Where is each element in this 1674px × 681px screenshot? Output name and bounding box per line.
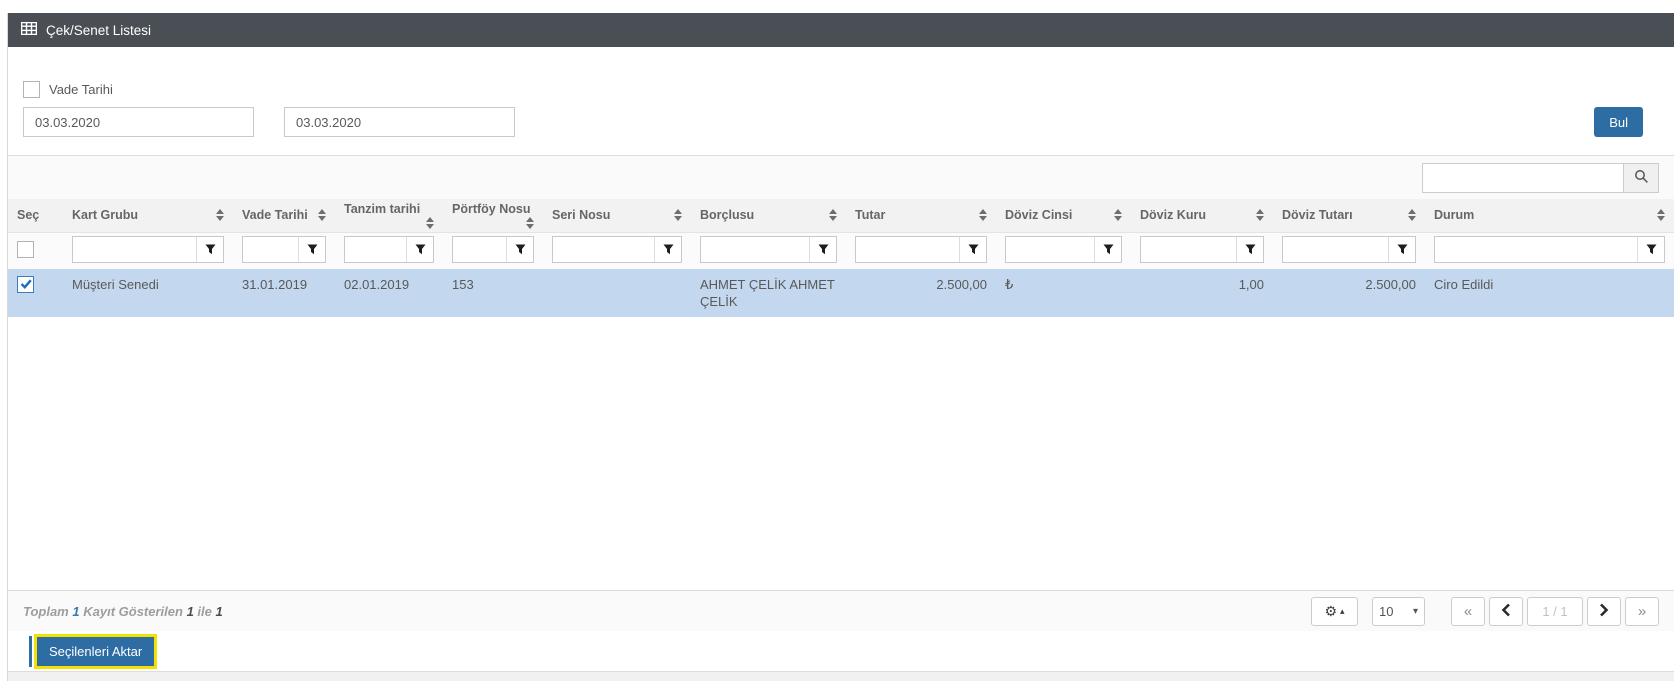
previous-page-button[interactable] bbox=[1489, 596, 1523, 626]
cell-kart-grubu: Müşteri Senedi bbox=[63, 268, 233, 317]
filter-input-seri-nosu[interactable] bbox=[553, 236, 654, 262]
funnel-icon-button[interactable] bbox=[196, 236, 223, 262]
column-header-kart-grubu[interactable]: Kart Grubu bbox=[63, 199, 233, 233]
page-title: Çek/Senet Listesi bbox=[46, 22, 152, 38]
caret-up-icon: ▴ bbox=[1340, 605, 1345, 616]
column-header-durum[interactable]: Durum bbox=[1425, 199, 1674, 233]
grid-settings-button[interactable]: ⚙ ▴ bbox=[1311, 596, 1358, 626]
date-from-input[interactable] bbox=[23, 107, 254, 137]
cell-portfoy-nosu: 153 bbox=[443, 268, 543, 317]
cell-tanzim-tarihi: 02.01.2019 bbox=[335, 268, 443, 317]
table-empty-area bbox=[8, 316, 1674, 590]
sort-icon bbox=[1402, 209, 1416, 222]
chevron-down-icon: ▾ bbox=[1412, 605, 1418, 617]
filter-input-borclusu[interactable] bbox=[701, 236, 809, 262]
filter-input-doviz-kuru[interactable] bbox=[1141, 236, 1236, 262]
filter-input-doviz-cinsi[interactable] bbox=[1006, 236, 1094, 262]
table-header-row: Seç Kart Grubu Vade Tarihi Tanzim tarihi… bbox=[8, 199, 1674, 233]
sort-icon bbox=[210, 209, 224, 222]
table-grid-icon bbox=[20, 21, 38, 38]
filter-input-tanzim-tarihi[interactable] bbox=[345, 236, 406, 262]
cek-senet-table: Seç Kart Grubu Vade Tarihi Tanzim tarihi… bbox=[8, 199, 1674, 317]
pagination-controls: ⚙ ▴ 10 ▾ « 1 / 1 » bbox=[1311, 596, 1659, 626]
search-input[interactable] bbox=[1422, 162, 1624, 193]
gear-icon: ⚙ bbox=[1324, 603, 1338, 619]
date-filter-section: Vade Tarihi Bul bbox=[8, 47, 1674, 155]
sort-icon bbox=[973, 209, 987, 222]
sort-icon bbox=[823, 209, 837, 222]
select-all-checkbox[interactable] bbox=[17, 240, 34, 258]
cell-doviz-tutari: 2.500,00 bbox=[1273, 268, 1425, 317]
filter-input-portfoy-nosu[interactable] bbox=[453, 236, 506, 262]
row-select-checkbox[interactable] bbox=[17, 275, 34, 293]
page-size-value: 10 bbox=[1379, 603, 1394, 619]
first-page-button[interactable]: « bbox=[1451, 596, 1485, 626]
cell-doviz-kuru: 1,00 bbox=[1131, 268, 1273, 317]
vade-tarihi-label: Vade Tarihi bbox=[49, 82, 113, 97]
funnel-icon-button[interactable] bbox=[1094, 236, 1121, 262]
column-header-tanzim-tarihi[interactable]: Tanzim tarihi bbox=[335, 199, 443, 233]
funnel-icon-button[interactable] bbox=[506, 236, 533, 262]
cell-durum: Ciro Edildi bbox=[1425, 268, 1674, 317]
vade-tarihi-checkbox[interactable] bbox=[23, 81, 40, 98]
search-band bbox=[8, 155, 1674, 199]
chevron-left-icon bbox=[1501, 603, 1511, 620]
column-header-portfoy-nosu[interactable]: Pörtföy Nosu bbox=[443, 199, 543, 233]
funnel-icon-button[interactable] bbox=[1236, 236, 1263, 262]
column-header-vade-tarihi[interactable]: Vade Tarihi bbox=[233, 199, 335, 233]
funnel-icon-button[interactable] bbox=[809, 236, 836, 262]
funnel-icon-button[interactable] bbox=[959, 236, 986, 262]
sort-icon bbox=[1250, 209, 1264, 222]
funnel-icon-button[interactable] bbox=[1637, 236, 1664, 262]
cell-tutar: 2.500,00 bbox=[846, 268, 996, 317]
sort-icon bbox=[1651, 209, 1665, 222]
sort-icon bbox=[420, 216, 434, 229]
sort-icon bbox=[520, 216, 534, 229]
funnel-icon-button[interactable] bbox=[298, 236, 325, 262]
focus-sliver bbox=[29, 635, 32, 667]
column-header-doviz-kuru[interactable]: Döviz Kuru bbox=[1131, 199, 1273, 233]
date-to-input[interactable] bbox=[284, 107, 515, 137]
filter-input-durum[interactable] bbox=[1435, 236, 1637, 262]
chevron-right-icon bbox=[1599, 603, 1609, 620]
filter-input-kart-grubu[interactable] bbox=[73, 236, 196, 262]
funnel-icon-button[interactable] bbox=[1388, 236, 1415, 262]
column-header-borclusu[interactable]: Borçlusu bbox=[691, 199, 846, 233]
funnel-icon-button[interactable] bbox=[406, 236, 433, 262]
filter-input-doviz-tutari[interactable] bbox=[1283, 236, 1388, 262]
actions-bar: Seçilenleri Aktar bbox=[8, 631, 1674, 671]
filter-input-tutar[interactable] bbox=[856, 236, 959, 262]
search-button[interactable] bbox=[1624, 162, 1659, 193]
sort-icon bbox=[1108, 209, 1122, 222]
magnifier-icon bbox=[1634, 169, 1649, 187]
last-page-button[interactable]: » bbox=[1625, 596, 1659, 626]
column-header-seri-nosu[interactable]: Seri Nosu bbox=[543, 199, 691, 233]
cell-doviz-cinsi: ₺ bbox=[996, 268, 1131, 317]
next-page-button[interactable] bbox=[1587, 596, 1621, 626]
sort-icon bbox=[668, 209, 682, 222]
record-summary: Toplam 1 Kayıt Gösterilen 1 ile 1 bbox=[23, 603, 223, 619]
page-size-select[interactable]: 10 ▾ bbox=[1372, 596, 1425, 626]
column-header-sec: Seç bbox=[8, 199, 63, 233]
panel-title-bar: Çek/Senet Listesi bbox=[8, 13, 1674, 47]
table-row[interactable]: Müşteri Senedi 31.01.2019 02.01.2019 153… bbox=[8, 268, 1674, 317]
page-indicator: 1 / 1 bbox=[1527, 596, 1583, 626]
cek-senet-panel: Çek/Senet Listesi Vade Tarihi Bul bbox=[7, 13, 1674, 681]
table-filter-row bbox=[8, 232, 1674, 269]
column-header-tutar[interactable]: Tutar bbox=[846, 199, 996, 233]
bul-button[interactable]: Bul bbox=[1594, 107, 1643, 137]
cell-borclusu: AHMET ÇELİK AHMET ÇELİK bbox=[691, 268, 846, 317]
filter-input-vade-tarihi[interactable] bbox=[243, 236, 298, 262]
page-bottom-strip bbox=[8, 671, 1674, 681]
transfer-selected-button[interactable]: Seçilenleri Aktar bbox=[34, 633, 158, 669]
cell-seri-nosu bbox=[543, 268, 691, 317]
sort-icon bbox=[312, 209, 326, 222]
cell-vade-tarihi: 31.01.2019 bbox=[233, 268, 335, 317]
funnel-icon-button[interactable] bbox=[654, 236, 681, 262]
grid-footer: Toplam 1 Kayıt Gösterilen 1 ile 1 ⚙ ▴ 10… bbox=[8, 590, 1674, 631]
column-header-doviz-tutari[interactable]: Döviz Tutarı bbox=[1273, 199, 1425, 233]
column-header-doviz-cinsi[interactable]: Döviz Cinsi bbox=[996, 199, 1131, 233]
